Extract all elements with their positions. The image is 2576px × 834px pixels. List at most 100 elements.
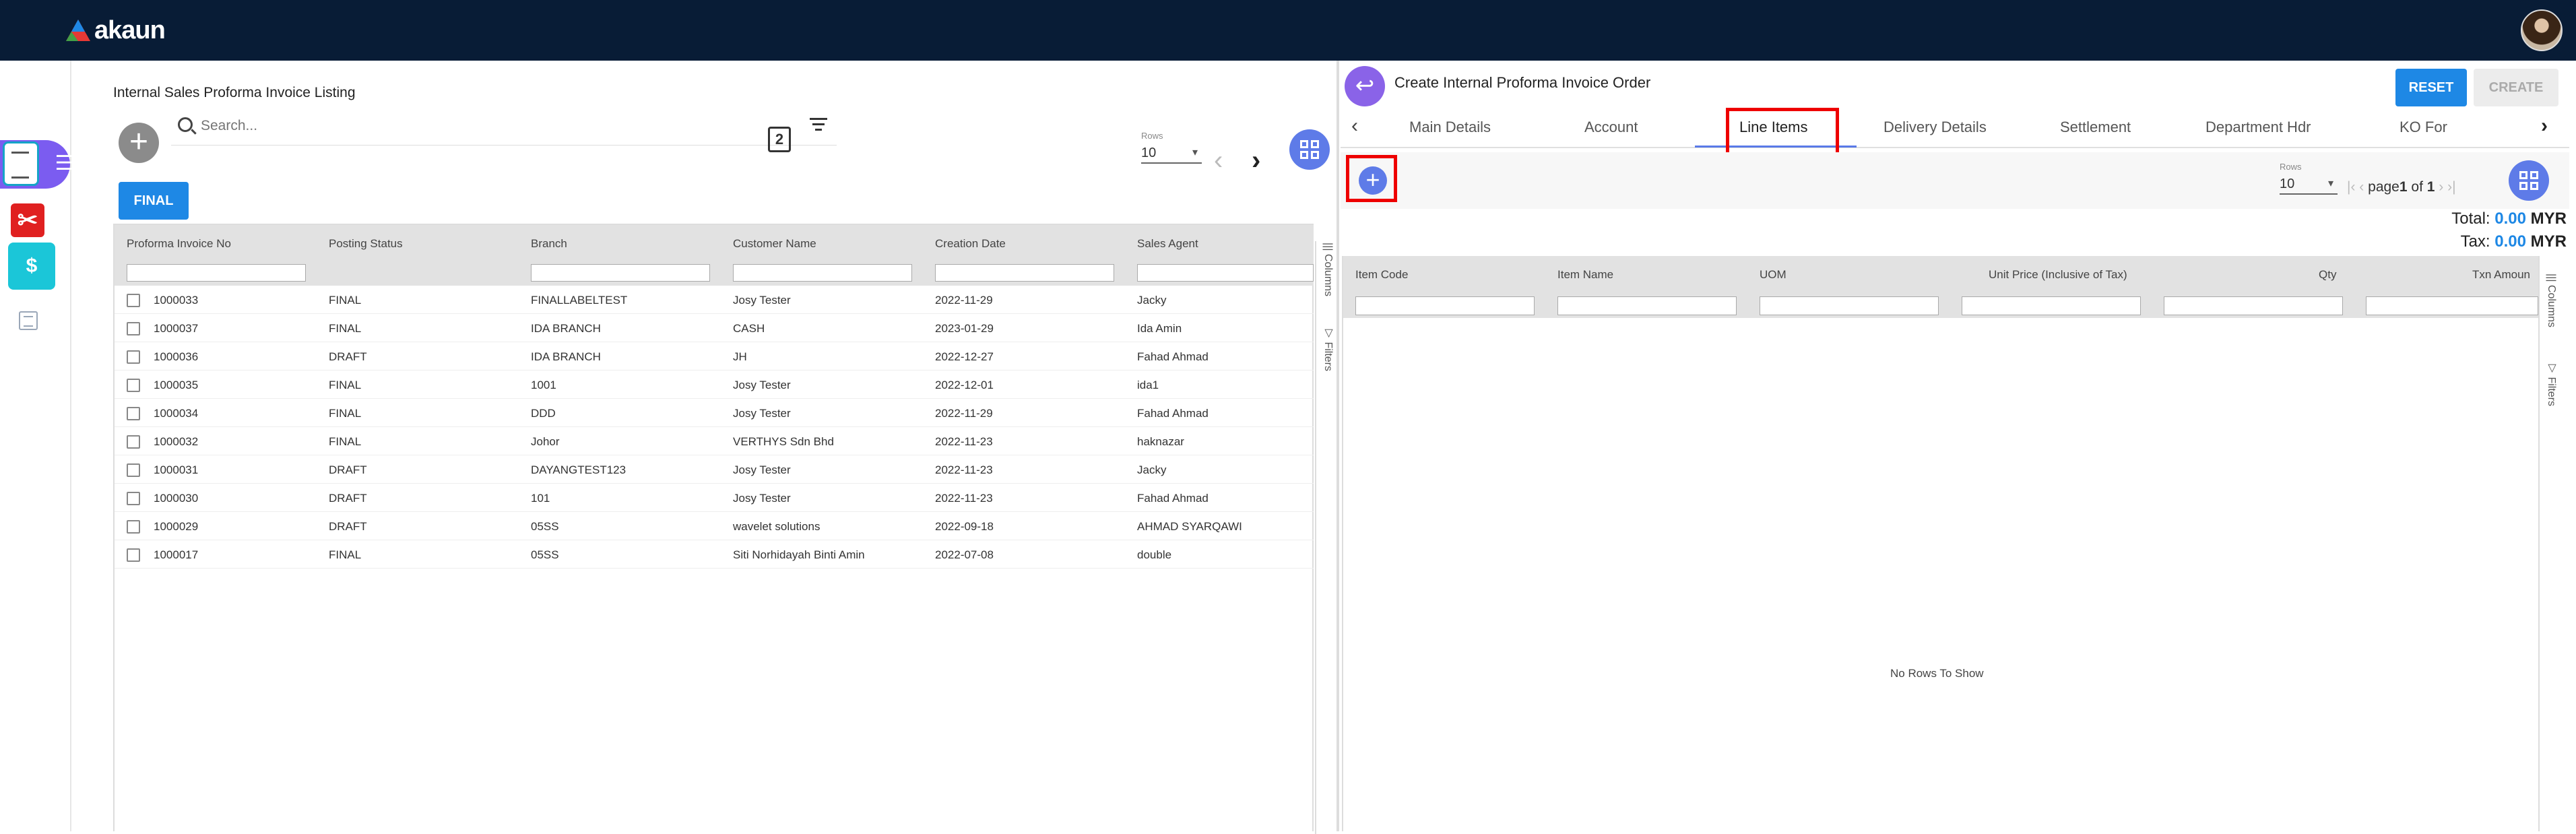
table-row[interactable]: 1000029 DRAFT 05SS wavelet solutions 2022-09… (115, 512, 1314, 540)
filters-side-tab[interactable]: ▽ Filters (1322, 326, 1334, 371)
column-filter-input[interactable] (1557, 296, 1737, 315)
filters-side-tab[interactable]: ▽ Filters (2545, 361, 2558, 406)
column-header[interactable]: Qty (2319, 268, 2336, 282)
row-checkbox[interactable] (127, 322, 140, 335)
column-header[interactable]: Unit Price (Inclusive of Tax) (1989, 268, 2127, 282)
rows-select[interactable]: 10 (1141, 143, 1202, 164)
table-cell: IDA BRANCH (531, 322, 601, 335)
table-row[interactable]: 1000030 DRAFT 101 Josy Tester 2022-11-23 Faha… (115, 484, 1314, 512)
table-cell: FINAL (329, 322, 362, 335)
grid-view-button[interactable] (1289, 129, 1330, 170)
line-items-table: Item Code Item Name UOM Unit Price (Incl… (1342, 256, 2540, 831)
panel-splitter[interactable] (1337, 61, 1339, 831)
row-checkbox[interactable] (127, 492, 140, 505)
column-filter-input[interactable] (127, 264, 306, 282)
tabs-scroll-left-icon[interactable]: ‹ (1351, 115, 1358, 137)
page-title: Create Internal Proforma Invoice Order (1394, 74, 1651, 91)
next-page-icon[interactable]: › (2439, 179, 2443, 195)
search-input[interactable] (201, 115, 740, 137)
akaun-logo[interactable]: akaun (65, 13, 166, 47)
column-header[interactable]: Customer Name (733, 237, 816, 251)
first-page-icon[interactable]: |‹ (2347, 179, 2355, 195)
row-checkbox[interactable] (127, 463, 140, 477)
tabs-scroll-right-icon[interactable]: › (2541, 115, 2548, 137)
table-cell: FINAL (329, 294, 362, 307)
table-cell: JH (733, 350, 747, 363)
row-checkbox[interactable] (127, 407, 140, 420)
table-cell: 1000036 (154, 350, 199, 363)
row-checkbox[interactable] (127, 520, 140, 534)
row-checkbox[interactable] (127, 350, 140, 364)
tab-delivery-details[interactable]: Delivery Details (1883, 119, 1987, 136)
table-row[interactable]: 1000036 DRAFT IDA BRANCH JH 2022-12-27 Fahad … (115, 342, 1314, 371)
column-filter-input[interactable] (935, 264, 1114, 282)
tab-main-details[interactable]: Main Details (1409, 119, 1491, 136)
invoice-app-icon[interactable]: $ (8, 243, 55, 290)
back-button[interactable]: ↩ (1345, 66, 1385, 106)
column-filter-input[interactable] (1962, 296, 2141, 315)
column-filter-input[interactable] (1137, 264, 1314, 282)
user-avatar[interactable] (2521, 9, 2563, 51)
column-header[interactable]: Item Name (1557, 268, 1613, 282)
row-checkbox[interactable] (127, 548, 140, 562)
table-cell: Ida Amin (1137, 322, 1182, 335)
table-row[interactable]: 1000033 FINAL FINALLABELTEST Josy Tester 202… (115, 286, 1314, 314)
add-line-item-button[interactable]: + (1359, 166, 1387, 195)
table-row[interactable]: 1000032 FINAL Johor VERTHYS Sdn Bhd 2022-11-… (115, 427, 1314, 455)
column-filter-input[interactable] (531, 264, 710, 282)
row-checkbox[interactable] (127, 435, 140, 449)
table-cell: FINAL (329, 435, 362, 448)
table-row[interactable]: 1000031 DRAFT DAYANGTEST123 Josy Tester 2022… (115, 455, 1314, 484)
row-checkbox[interactable] (127, 379, 140, 392)
prev-page-icon[interactable]: ‹ (1214, 146, 1223, 176)
last-page-icon[interactable]: ›| (2447, 179, 2455, 195)
column-filter-input[interactable] (1355, 296, 1535, 315)
table-cell: Fahad Ahmad (1137, 350, 1209, 363)
table-row[interactable]: 1000035 FINAL 1001 Josy Tester 2022-12-01 ida… (115, 371, 1314, 399)
search-box (171, 106, 837, 146)
column-filter-input[interactable] (733, 264, 912, 282)
pdf-app-icon[interactable]: ✂ (11, 203, 44, 237)
akaun-logo-icon (66, 20, 90, 41)
create-button[interactable]: CREATE (2474, 69, 2558, 106)
table-row[interactable]: 1000037 FINAL IDA BRANCH CASH 2023-01-29 Ida … (115, 314, 1314, 342)
columns-side-tab[interactable]: ||| Columns (1322, 243, 1334, 296)
prev-page-icon[interactable]: ‹ (2359, 179, 2364, 195)
rows-select[interactable]: 10 (2280, 174, 2338, 195)
total-amount: 0.00 (2494, 210, 2526, 228)
tab-account[interactable]: Account (1584, 119, 1638, 136)
column-header[interactable]: Sales Agent (1137, 237, 1198, 251)
filter-icon[interactable] (808, 115, 829, 135)
list-icon[interactable] (19, 311, 38, 330)
next-page-icon[interactable]: › (1252, 146, 1260, 176)
row-checkbox[interactable] (127, 294, 140, 307)
column-filter-input[interactable] (1760, 296, 1939, 315)
table-row[interactable]: 1000034 FINAL DDD Josy Tester 2022-11-29 Faha… (115, 399, 1314, 427)
column-header[interactable]: Posting Status (329, 237, 403, 251)
add-invoice-button[interactable]: + (119, 123, 159, 163)
table-cell: 1000029 (154, 520, 199, 533)
column-header[interactable]: Branch (531, 237, 567, 251)
columns-side-tab[interactable]: ||| Columns (2545, 274, 2557, 327)
document-app-icon[interactable] (3, 141, 39, 186)
column-filter-input[interactable] (2366, 296, 2538, 315)
column-filter-input[interactable] (2164, 296, 2343, 315)
column-header[interactable]: Proforma Invoice No (127, 237, 231, 251)
reset-button[interactable]: RESET (2395, 69, 2467, 106)
pager-of-label: of (2411, 179, 2423, 195)
tab-settlement[interactable]: Settlement (2060, 119, 2131, 136)
column-header[interactable]: UOM (1760, 268, 1786, 282)
line-grid-view-button[interactable] (2509, 160, 2549, 201)
table-cell: FINAL (329, 379, 362, 391)
tab-ko-for[interactable]: KO For (2400, 119, 2447, 136)
final-filter-button[interactable]: FINAL (119, 182, 189, 220)
tab-department-hdr[interactable]: Department Hdr (2205, 119, 2311, 136)
column-header[interactable]: Item Code (1355, 268, 1408, 282)
table-cell: wavelet solutions (733, 520, 820, 533)
table-cell: 1000030 (154, 492, 199, 505)
table-row[interactable]: 1000017 FINAL 05SS Siti Norhidayah Binti Am… (115, 540, 1314, 569)
column-header[interactable]: Creation Date (935, 237, 1006, 251)
export-icon[interactable]: 2 (768, 127, 791, 152)
table-cell: Siti Norhidayah Binti Amin (733, 548, 865, 561)
column-header[interactable]: Txn Amoun (2472, 268, 2530, 282)
